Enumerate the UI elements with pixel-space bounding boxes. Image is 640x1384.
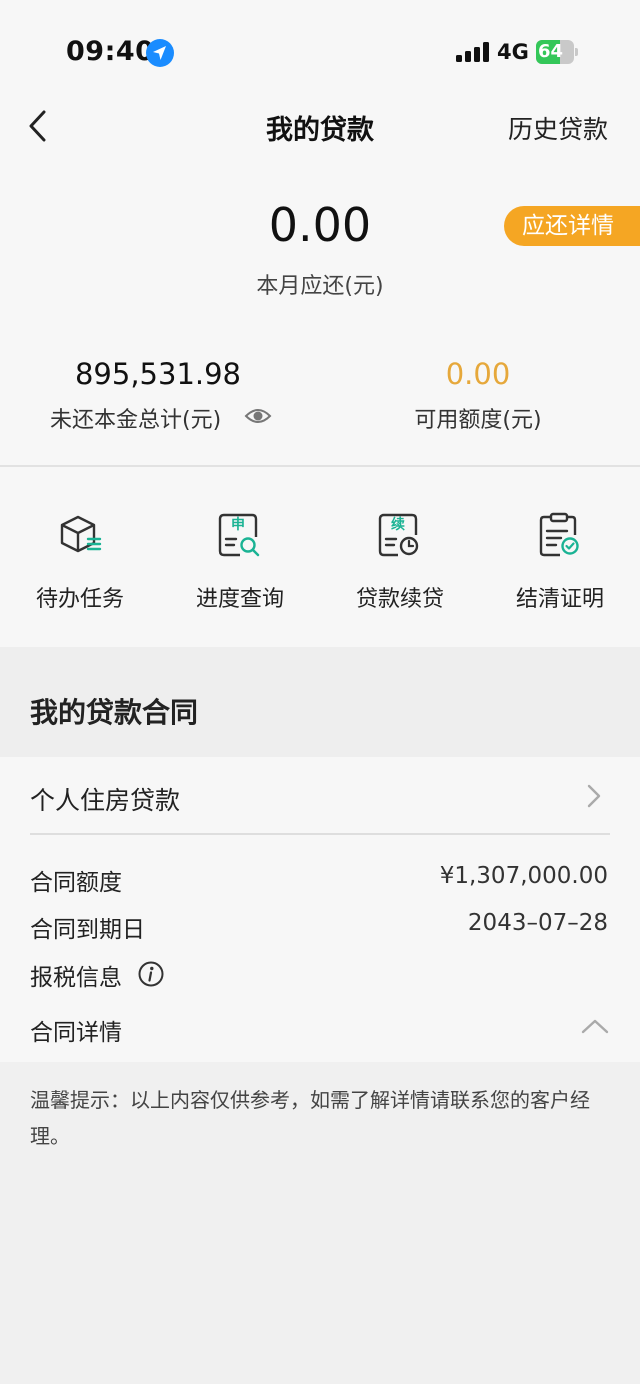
quick-action-label: 贷款续贷 (355, 587, 444, 612)
due-detail-button[interactable]: 应还详情 (504, 206, 640, 246)
contract-expiry-value: 2043–07–28 (467, 910, 608, 936)
contract-amount-value: ¥1,307,000.00 (439, 863, 608, 889)
task-box-icon (60, 515, 102, 553)
notice-area: 温馨提示：以上内容仅供参考，如需了解详情请联系您的客户经理。 (0, 1062, 640, 1384)
battery-percent: 64 (538, 41, 564, 62)
status-bar: 09:40 4G 64 (0, 0, 640, 100)
quick-action-settlement-proof[interactable]: 结清证明 (480, 467, 640, 647)
contract-card: 个人住房贷款 合同额度 ¥1,307,000.00 合同到期日 2043–07–… (0, 757, 640, 1062)
quick-action-renewal[interactable]: 续 贷款续贷 (320, 467, 480, 647)
loan-type-row[interactable]: 个人住房贷款 (0, 757, 640, 834)
principal-total-value: 895,531.98 (74, 357, 242, 391)
quick-action-label: 待办任务 (35, 587, 124, 612)
contracts-section-header: 我的贷款合同 (0, 647, 640, 757)
loan-type-label: 个人住房贷款 (30, 786, 181, 815)
notice-text: 温馨提示：以上内容仅供参考，如需了解详情请联系您的客户经理。 (30, 1088, 590, 1148)
quick-action-progress[interactable]: 申 进度查询 (160, 467, 320, 647)
contract-detail-toggle[interactable]: 合同详情 (30, 1013, 122, 1047)
clipboard-check-icon (539, 512, 579, 557)
quick-actions: 待办任务 申 进度查询 续 贷款续贷 结清证明 (0, 467, 640, 647)
tax-info-label: 报税信息 (30, 965, 122, 991)
contract-expiry-label: 合同到期日 (30, 917, 145, 943)
available-credit-label: 可用额度(元) (414, 408, 542, 433)
battery-icon: 64 (536, 40, 578, 64)
quick-action-todo[interactable]: 待办任务 (0, 467, 160, 647)
quick-action-label: 结清证明 (515, 587, 604, 612)
signal-bars-icon (456, 42, 490, 62)
chevron-right-icon (587, 784, 601, 808)
contracts-section-title: 我的贷款合同 (30, 696, 199, 729)
principal-total-label: 未还本金总计(元) (50, 408, 222, 433)
application-search-icon: 申 (218, 513, 260, 557)
available-credit-value: 0.00 (445, 357, 511, 391)
monthly-due-label: 本月应还(元) (256, 274, 384, 299)
network-label: 4G (497, 40, 529, 64)
principal-total-label-group: 未还本金总计(元) (50, 402, 272, 433)
application-glyph: 申 (231, 516, 245, 533)
history-loans-link[interactable]: 历史贷款 (508, 110, 608, 146)
status-time: 09:40 (66, 36, 155, 67)
quick-action-label: 进度查询 (195, 587, 284, 612)
top-area: 09:40 4G 64 我的贷款 历史贷款 0.00 本月应还(元) 应还详情 … (0, 0, 640, 465)
chevron-up-icon[interactable] (580, 1017, 610, 1035)
info-icon[interactable] (137, 960, 165, 988)
eye-icon[interactable] (244, 406, 272, 426)
divider (30, 833, 610, 835)
contract-amount-label: 合同额度 (30, 870, 122, 896)
renewal-glyph: 续 (391, 516, 405, 533)
location-arrow-icon (146, 39, 174, 67)
renewal-clock-icon: 续 (378, 513, 419, 557)
